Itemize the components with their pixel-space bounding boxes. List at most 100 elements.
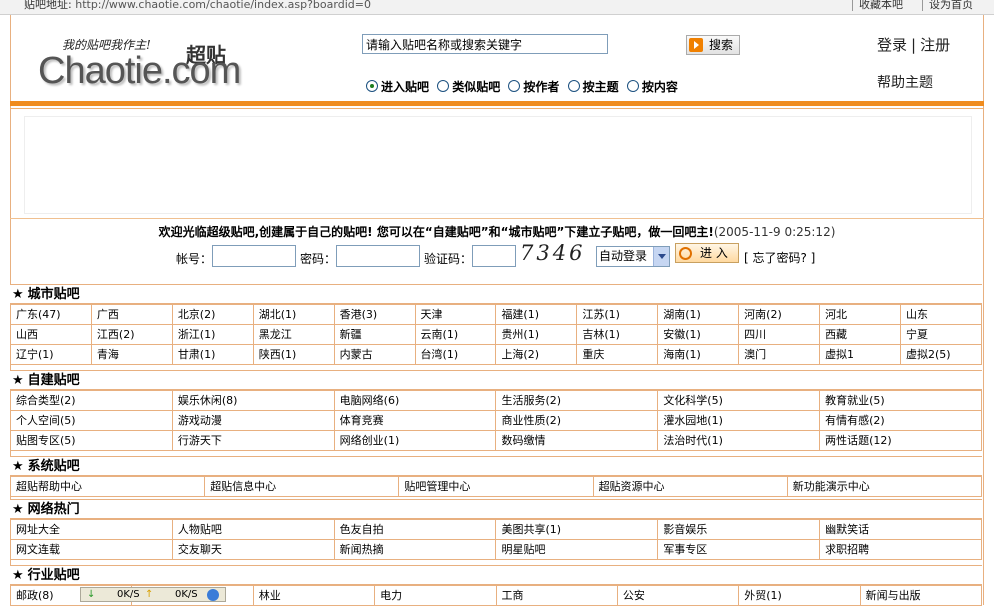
radio-enter-board[interactable]: 进入贴吧	[366, 78, 429, 95]
board-link[interactable]: 外贸(1)	[738, 585, 861, 606]
board-link[interactable]: 安徽(1)	[657, 324, 740, 345]
board-link[interactable]: 内蒙古	[333, 344, 416, 365]
board-link[interactable]: 军事专区	[657, 539, 821, 560]
radio-by-content[interactable]: 按内容	[626, 78, 678, 95]
board-link[interactable]: 甘肃(1)	[171, 344, 254, 365]
board-link[interactable]: 贴图专区(5)	[10, 430, 173, 451]
search-button[interactable]: 搜索	[686, 35, 740, 55]
board-link[interactable]: 四川	[738, 324, 821, 345]
board-link[interactable]: 交友聊天	[171, 539, 335, 560]
board-link[interactable]: 电脑网络(6)	[333, 390, 497, 411]
board-link[interactable]: 吉林(1)	[576, 324, 659, 345]
board-link[interactable]: 超贴帮助中心	[9, 476, 206, 497]
board-link[interactable]: 江苏(1)	[576, 304, 659, 325]
board-link[interactable]: 娱乐休闲(8)	[171, 390, 335, 411]
board-link[interactable]: 重庆	[576, 344, 659, 365]
board-link[interactable]: 海南(1)	[657, 344, 740, 365]
banner-area	[24, 116, 972, 214]
login-enter-button[interactable]: 进 入	[675, 243, 739, 263]
board-link[interactable]: 文化科学(5)	[657, 390, 821, 411]
board-link[interactable]: 新疆	[333, 324, 416, 345]
board-link[interactable]: 贴吧管理中心	[398, 476, 594, 497]
address-url[interactable]: http://www.chaotie.com/chaotie/index.asp…	[75, 0, 371, 11]
board-link[interactable]: 辽宁(1)	[10, 344, 92, 365]
board-link[interactable]: 数码缴情	[495, 430, 659, 451]
board-link[interactable]: 新闻热摘	[333, 539, 497, 560]
board-link[interactable]: 浙江(1)	[171, 324, 254, 345]
board-link[interactable]: 广西	[90, 304, 173, 325]
board-link[interactable]: 个人空间(5)	[10, 410, 173, 431]
board-link[interactable]: 河南(2)	[738, 304, 821, 325]
site-logo[interactable]: 我的贴吧我作主! 超贴 Chaotie.com	[30, 22, 241, 94]
board-link[interactable]: 山西	[10, 324, 92, 345]
board-link[interactable]: 北京(2)	[171, 304, 254, 325]
board-link[interactable]: 西藏	[819, 324, 901, 345]
board-link[interactable]: 幽默笑话	[819, 519, 982, 540]
board-link[interactable]: 新闻与出版	[859, 585, 983, 606]
help-topics-link[interactable]: 帮助主题	[877, 72, 933, 92]
board-link[interactable]: 明星贴吧	[495, 539, 659, 560]
auto-login-select[interactable]: 自动登录	[596, 246, 670, 267]
board-link[interactable]: 超贴资源中心	[592, 476, 788, 497]
board-link[interactable]: 超贴信息中心	[204, 476, 400, 497]
board-link[interactable]: 澳门	[738, 344, 821, 365]
board-link[interactable]: 网文连载	[10, 539, 173, 560]
board-link[interactable]: 有情有感(2)	[819, 410, 982, 431]
radio-by-author[interactable]: 按作者	[508, 78, 559, 95]
radio-similar-board[interactable]: 类似贴吧	[437, 78, 500, 95]
board-link[interactable]: 贵州(1)	[495, 324, 578, 345]
forgot-password-link[interactable]: [ 忘了密码? ]	[744, 249, 815, 266]
section-system-boards: ★ 系统贴吧 超贴帮助中心 超贴信息中心 贴吧管理中心 超贴资源中心 新功能演示中心	[9, 456, 983, 497]
board-link[interactable]: 天津	[414, 304, 497, 325]
board-link[interactable]: 电力	[374, 585, 497, 606]
board-link[interactable]: 湖北(1)	[252, 304, 335, 325]
board-link[interactable]: 新功能演示中心	[786, 476, 983, 497]
login-link[interactable]: 登录	[877, 36, 907, 54]
board-link[interactable]: 福建(1)	[495, 304, 578, 325]
board-link[interactable]: 生活服务(2)	[495, 390, 659, 411]
search-input[interactable]	[362, 34, 608, 54]
captcha-field[interactable]	[472, 245, 516, 267]
board-link[interactable]: 林业	[252, 585, 376, 606]
board-link[interactable]: 宁夏	[899, 324, 983, 345]
board-link[interactable]: 色友自拍	[333, 519, 497, 540]
password-field[interactable]	[336, 245, 420, 267]
register-link[interactable]: 注册	[920, 36, 950, 54]
bookmark-link[interactable]: 收藏本吧	[852, 0, 903, 11]
board-link[interactable]: 虚拟2(5)	[899, 344, 983, 365]
board-link[interactable]: 网址大全	[10, 519, 173, 540]
board-link[interactable]: 虚拟1	[819, 344, 901, 365]
board-link[interactable]: 商业性质(2)	[495, 410, 659, 431]
board-link[interactable]: 江西(2)	[90, 324, 173, 345]
username-field[interactable]	[212, 245, 296, 267]
board-link[interactable]: 黑龙江	[252, 324, 335, 345]
board-link[interactable]: 综合类型(2)	[10, 390, 173, 411]
board-link[interactable]: 体育竞赛	[333, 410, 497, 431]
board-link[interactable]: 法治时代(1)	[657, 430, 821, 451]
board-link[interactable]: 灌水园地(1)	[657, 410, 821, 431]
board-link[interactable]: 网络创业(1)	[333, 430, 497, 451]
radio-by-topic[interactable]: 按主题	[567, 78, 619, 95]
star-icon: ★	[12, 459, 24, 474]
board-link[interactable]: 青海	[90, 344, 173, 365]
board-link[interactable]: 云南(1)	[414, 324, 497, 345]
board-link[interactable]: 上海(2)	[495, 344, 578, 365]
board-link[interactable]: 行游天下	[171, 430, 335, 451]
board-link[interactable]: 工商	[495, 585, 618, 606]
board-link[interactable]: 求职招聘	[819, 539, 982, 560]
board-link[interactable]: 游戏动漫	[171, 410, 335, 431]
board-link[interactable]: 陕西(1)	[252, 344, 335, 365]
board-link[interactable]: 影音娱乐	[657, 519, 821, 540]
board-link[interactable]: 教育就业(5)	[819, 390, 982, 411]
board-link[interactable]: 人物贴吧	[171, 519, 335, 540]
board-link[interactable]: 两性话题(12)	[819, 430, 982, 451]
board-link[interactable]: 广东(47)	[10, 304, 92, 325]
board-link[interactable]: 湖南(1)	[657, 304, 740, 325]
set-homepage-link[interactable]: 设为首页	[922, 0, 973, 11]
board-link[interactable]: 香港(3)	[333, 304, 416, 325]
board-link[interactable]: 美图共享(1)	[495, 519, 659, 540]
board-link[interactable]: 河北	[819, 304, 901, 325]
board-link[interactable]: 公安	[616, 585, 740, 606]
board-link[interactable]: 山东	[899, 304, 983, 325]
board-link[interactable]: 台湾(1)	[414, 344, 497, 365]
